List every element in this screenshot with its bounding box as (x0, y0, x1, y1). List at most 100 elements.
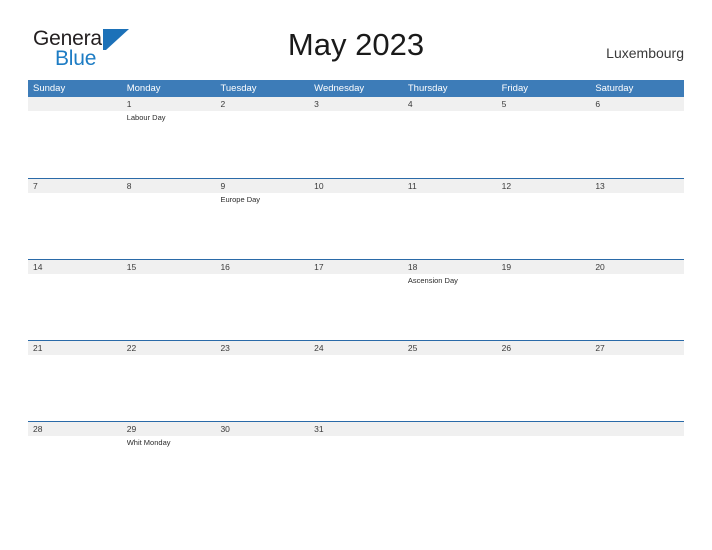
day-cell[interactable] (590, 193, 684, 259)
holiday-label: Whit Monday (126, 438, 171, 447)
holiday-label: Europe Day (220, 195, 261, 204)
day-number[interactable]: 1 (122, 97, 216, 111)
day-cell[interactable] (309, 193, 403, 259)
day-number[interactable] (403, 422, 497, 436)
day-cell[interactable] (403, 111, 497, 177)
weekday-header-friday: Friday (501, 83, 528, 94)
day-number[interactable]: 20 (590, 260, 684, 274)
day-number[interactable]: 15 (122, 260, 216, 274)
day-cell[interactable] (590, 274, 684, 340)
day-number[interactable]: 27 (590, 341, 684, 355)
week-date-band: 21 22 23 24 25 26 27 (28, 341, 684, 355)
day-number[interactable]: 18 (403, 260, 497, 274)
day-number[interactable]: 22 (122, 341, 216, 355)
day-number[interactable]: 12 (497, 179, 591, 193)
day-cell[interactable] (28, 193, 122, 259)
week-event-band: Labour Day (28, 111, 684, 177)
day-cell[interactable]: Whit Monday (122, 436, 216, 502)
day-cell[interactable]: Labour Day (122, 111, 216, 177)
weekday-header-wednesday: Wednesday (314, 83, 365, 94)
day-number[interactable]: 11 (403, 179, 497, 193)
day-number[interactable]: 29 (122, 422, 216, 436)
day-number[interactable]: 24 (309, 341, 403, 355)
day-cell[interactable] (497, 111, 591, 177)
day-number[interactable]: 7 (28, 179, 122, 193)
weekday-header-sunday: Sunday (33, 83, 66, 94)
day-cell[interactable] (28, 274, 122, 340)
day-number[interactable]: 10 (309, 179, 403, 193)
day-cell[interactable] (403, 355, 497, 421)
day-cell[interactable]: Ascension Day (403, 274, 497, 340)
day-number[interactable]: 26 (497, 341, 591, 355)
day-number[interactable]: 16 (215, 260, 309, 274)
day-cell[interactable] (403, 436, 497, 502)
day-number[interactable]: 9 (215, 179, 309, 193)
calendar-week-row: 28 29 30 31 Whit Monday (28, 421, 684, 502)
holiday-label: Ascension Day (407, 276, 458, 285)
country-label: Luxembourg (606, 45, 684, 61)
day-cell[interactable] (28, 355, 122, 421)
week-event-band (28, 355, 684, 421)
day-cell[interactable] (215, 436, 309, 502)
day-number[interactable] (28, 97, 122, 111)
day-cell[interactable] (122, 355, 216, 421)
day-number[interactable]: 19 (497, 260, 591, 274)
weekday-header-monday: Monday (126, 83, 161, 94)
day-cell[interactable] (403, 193, 497, 259)
calendar-week-row: 14 15 16 17 18 19 20 Ascension Day (28, 259, 684, 340)
day-cell[interactable] (122, 193, 216, 259)
day-cell[interactable] (215, 274, 309, 340)
day-number[interactable]: 8 (122, 179, 216, 193)
calendar-page: General Blue May 2023 Luxembourg Sunday … (0, 0, 712, 550)
day-number[interactable]: 2 (215, 97, 309, 111)
weekday-header-thursday: Thursday (407, 83, 448, 94)
day-number[interactable] (497, 422, 591, 436)
day-cell[interactable] (497, 436, 591, 502)
day-cell[interactable] (28, 111, 122, 177)
week-event-band: Europe Day (28, 193, 684, 259)
weekday-header-saturday: Saturday (595, 83, 634, 94)
day-number[interactable]: 28 (28, 422, 122, 436)
week-event-band: Whit Monday (28, 436, 684, 502)
calendar-week-row: 7 8 9 10 11 12 13 Europe Day (28, 178, 684, 259)
day-cell[interactable] (309, 274, 403, 340)
day-cell[interactable] (309, 436, 403, 502)
week-date-band: 123456 (28, 97, 684, 111)
day-number[interactable]: 4 (403, 97, 497, 111)
day-cell[interactable]: Europe Day (215, 193, 309, 259)
week-date-band: 28 29 30 31 (28, 422, 684, 436)
calendar-grid: Sunday Monday Tuesday Wednesday Thursday… (28, 80, 684, 502)
day-cell[interactable] (590, 355, 684, 421)
weekday-header-tuesday: Tuesday (220, 83, 257, 94)
day-number[interactable]: 23 (215, 341, 309, 355)
day-cell[interactable] (497, 355, 591, 421)
day-number[interactable]: 3 (309, 97, 403, 111)
day-number[interactable]: 6 (590, 97, 684, 111)
week-date-band: 14 15 16 17 18 19 20 (28, 260, 684, 274)
day-number[interactable]: 25 (403, 341, 497, 355)
day-number[interactable]: 5 (497, 97, 591, 111)
page-header: General Blue May 2023 Luxembourg (0, 0, 712, 78)
day-number[interactable]: 30 (215, 422, 309, 436)
holiday-label: Labour Day (126, 113, 166, 122)
day-cell[interactable] (497, 193, 591, 259)
day-cell[interactable] (497, 274, 591, 340)
week-date-band: 7 8 9 10 11 12 13 (28, 179, 684, 193)
day-cell[interactable] (122, 274, 216, 340)
day-cell[interactable] (590, 436, 684, 502)
day-cell[interactable] (215, 355, 309, 421)
day-number[interactable]: 21 (28, 341, 122, 355)
day-cell[interactable] (309, 111, 403, 177)
calendar-weeks: 1 2 3 4 5 6 Labour Day 7 8 9 10 11 12 13 Europe Day 14 1… (28, 97, 684, 502)
day-cell[interactable] (215, 111, 309, 177)
day-cell[interactable] (309, 355, 403, 421)
day-number[interactable]: 31 (309, 422, 403, 436)
day-number[interactable]: 14 (28, 260, 122, 274)
day-number[interactable] (590, 422, 684, 436)
calendar-week-row: 21 22 23 24 25 26 27 (28, 340, 684, 421)
day-cell[interactable] (28, 436, 122, 502)
day-number[interactable]: 17 (309, 260, 403, 274)
week-event-band: Ascension Day (28, 274, 684, 340)
day-number[interactable]: 13 (590, 179, 684, 193)
day-cell[interactable] (590, 111, 684, 177)
